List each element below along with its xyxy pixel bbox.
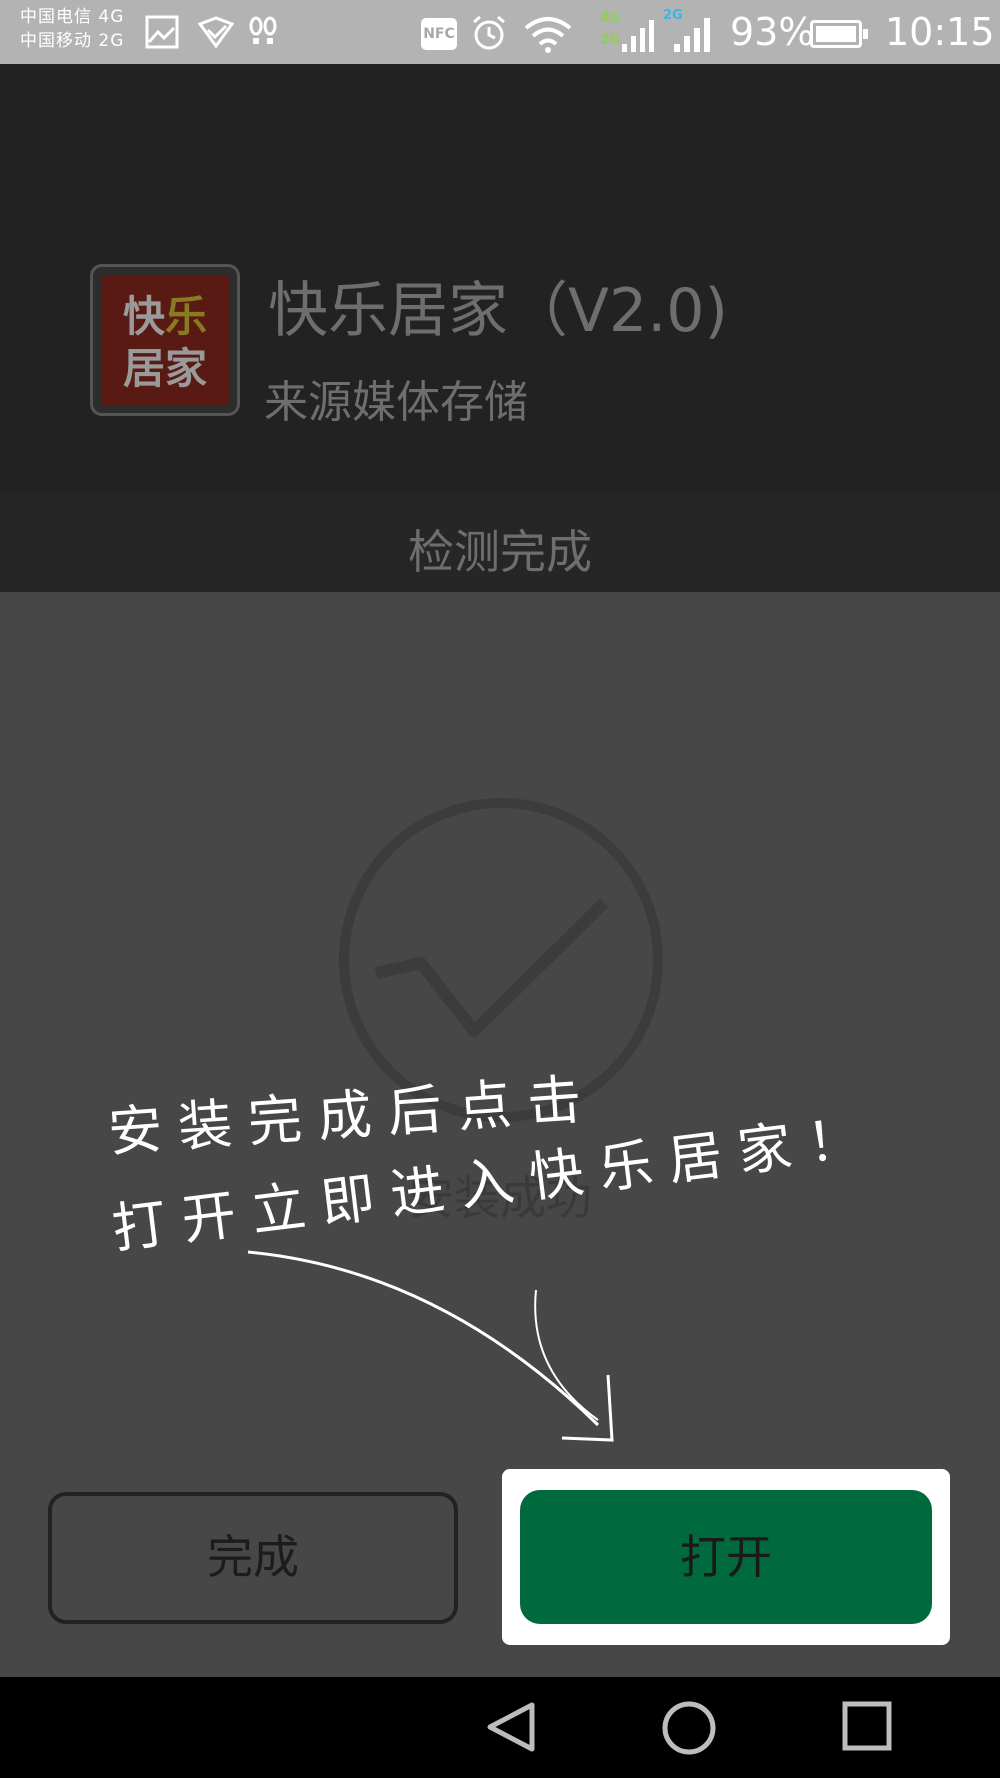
carrier-info: 中国电信 4G 中国移动 2G (20, 5, 124, 53)
detection-status-bar: 检测完成 (0, 492, 1000, 592)
logo-text-line2: 居家 (122, 344, 207, 393)
recents-icon[interactable] (840, 1699, 894, 1753)
signal-icon (622, 20, 654, 52)
alarm-icon (473, 15, 505, 50)
app-logo-inner: 快乐 居家 (101, 275, 229, 405)
carrier-2: 中国移动 2G (20, 31, 125, 51)
status-bar: 中国电信 4G 中国移动 2G NFC 4G 2G 2G 93% 10:15 (0, 0, 1000, 64)
done-button[interactable]: 完成 (48, 1492, 458, 1624)
wifi-icon (524, 17, 572, 53)
clock: 10:15 (885, 10, 995, 54)
footprints-icon (249, 16, 277, 44)
app-name: 快乐居家（V2.0) (268, 276, 728, 346)
network-4g-2g-label: 4G 2G (600, 8, 620, 52)
detection-status: 检测完成 (408, 525, 592, 579)
home-icon[interactable] (660, 1699, 718, 1757)
net-4g: 4G (600, 11, 620, 26)
battery-icon (810, 20, 868, 48)
shield-icon (197, 16, 235, 49)
navigation-bar (0, 1677, 1000, 1778)
gallery-icon (145, 15, 179, 49)
back-icon[interactable] (484, 1699, 540, 1755)
signal-icon (674, 18, 710, 52)
nfc-icon: NFC (421, 18, 457, 50)
battery-percent: 93% (730, 10, 815, 54)
open-button[interactable]: 打开 (520, 1490, 932, 1624)
net-2g-a: 2G (600, 33, 620, 48)
button-bar: 完成 打开 (0, 1437, 1000, 1677)
result-area: 安装成功 (0, 592, 1000, 1437)
app-source: 来源媒体存储 (264, 377, 528, 428)
app-logo: 快乐 居家 (90, 264, 240, 416)
carrier-1: 中国电信 4G (20, 7, 125, 27)
logo-text-line1: 快乐 (122, 292, 208, 341)
